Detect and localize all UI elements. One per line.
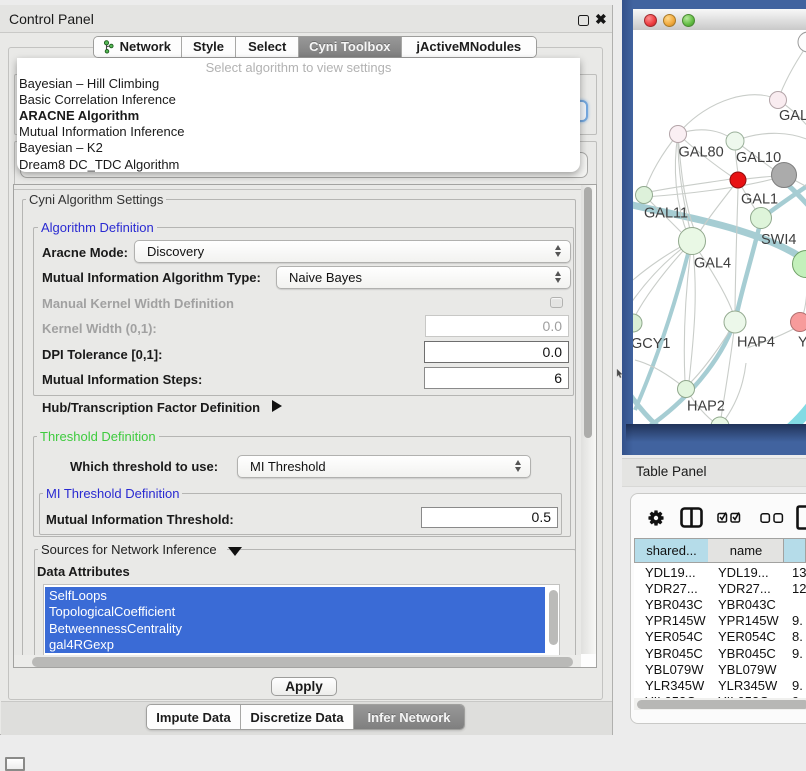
svg-text:GAL4: GAL4 (694, 256, 731, 272)
svg-text:SWI4: SWI4 (761, 232, 796, 248)
svg-text:GAL10: GAL10 (736, 150, 781, 166)
svg-text:HAP4: HAP4 (737, 335, 775, 351)
svg-text:GAL11: GAL11 (644, 206, 688, 222)
svg-text:GAL80: GAL80 (679, 145, 724, 161)
svg-text:GAL: GAL (779, 108, 806, 124)
svg-text:Y: Y (798, 335, 806, 351)
svg-text:GAL1: GAL1 (741, 192, 778, 208)
svg-text:HAP2: HAP2 (687, 399, 725, 415)
svg-text:GCY1: GCY1 (633, 336, 671, 352)
